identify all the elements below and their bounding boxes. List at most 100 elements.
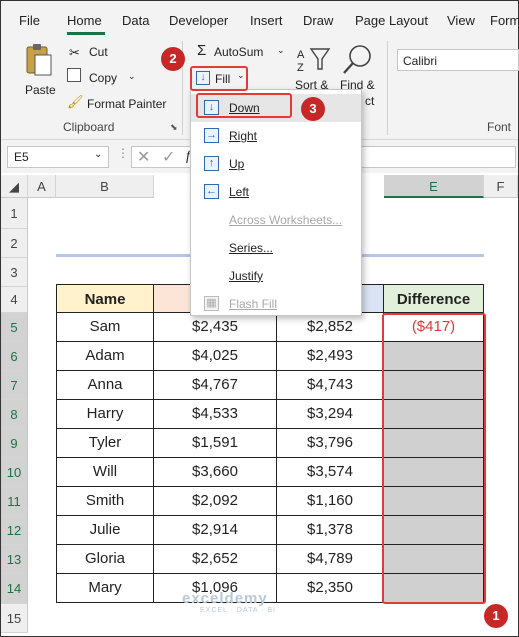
down-item-highlight [196, 93, 292, 118]
chevron-down-icon[interactable]: ⌄ [94, 149, 102, 160]
table-cell-c[interactable]: $3,660 [154, 458, 277, 487]
font-name-dropdown[interactable]: Calibri [397, 49, 519, 71]
select-all-corner[interactable]: ◢ [1, 175, 28, 198]
format-painter-icon: 🖌 [67, 94, 84, 109]
magnifier-icon [343, 45, 371, 74]
column-header-e[interactable]: E [384, 175, 484, 198]
fill-menu-item-justify[interactable]: Justify [191, 262, 361, 290]
table-cell-d[interactable]: $3,796 [277, 429, 384, 458]
table-cell-c[interactable]: $1,591 [154, 429, 277, 458]
close-icon[interactable]: ✕ [137, 147, 150, 167]
more-options-icon[interactable]: ⋮ [117, 146, 129, 160]
autosum-button[interactable]: AutoSum [214, 45, 263, 59]
checkmark-icon[interactable]: ✓ [162, 147, 175, 167]
watermark-tagline: EXCEL · DATA · BI [200, 607, 276, 614]
step-1-badge: 1 [484, 604, 508, 628]
column-header-a[interactable]: A [28, 175, 56, 198]
format-painter-button[interactable]: Format Painter [87, 97, 166, 111]
tab-page-layout[interactable]: Page Layout [355, 13, 428, 28]
row-header-9[interactable]: 9 [1, 429, 28, 458]
tab-insert[interactable]: Insert [250, 13, 283, 28]
table-cell-d[interactable]: $3,294 [277, 400, 384, 429]
arrow-right-icon: → [204, 128, 219, 143]
fill-menu-item-up[interactable]: ↑ Up [191, 150, 361, 178]
clipboard-group-label: Clipboard [63, 120, 115, 134]
table-cell-c[interactable]: $2,914 [154, 516, 277, 545]
table-cell-name[interactable]: Julie [56, 516, 154, 545]
table-cell-c[interactable]: $4,533 [154, 400, 277, 429]
font-group-label: Font [487, 120, 512, 134]
fill-menu-item-flash-fill: ▦ Flash Fill [191, 290, 361, 318]
table-cell-name[interactable]: Adam [56, 342, 154, 371]
chevron-down-icon[interactable]: ⌄ [128, 71, 136, 82]
table-cell-d[interactable]: $4,789 [277, 545, 384, 574]
table-cell-name[interactable]: Smith [56, 487, 154, 516]
table-cell-name[interactable]: Anna [56, 371, 154, 400]
row-header-10[interactable]: 10 [1, 458, 28, 487]
fill-menu-item-series[interactable]: Series... [191, 234, 361, 262]
dialog-launcher-icon[interactable]: ⬊ [170, 122, 178, 133]
row-header-1[interactable]: 1 [1, 198, 28, 229]
table-cell-d[interactable]: $2,493 [277, 342, 384, 371]
chevron-down-icon[interactable]: ⌄ [277, 45, 285, 56]
table-cell-name[interactable]: Tyler [56, 429, 154, 458]
row-header-14[interactable]: 14 [1, 574, 28, 604]
row-header-8[interactable]: 8 [1, 400, 28, 429]
header-name[interactable]: Name [56, 284, 154, 313]
cut-button[interactable]: Cut [89, 45, 108, 59]
table-cell-name[interactable]: Will [56, 458, 154, 487]
column-header-f[interactable]: F [484, 175, 518, 198]
group-divider [387, 41, 388, 135]
fill-menu-item-right[interactable]: → Right [191, 122, 361, 150]
tab-developer[interactable]: Developer [169, 13, 228, 28]
fill-menu-item-label: Right [229, 129, 258, 143]
table-cell-name[interactable]: Mary [56, 574, 154, 603]
row-header-7[interactable]: 7 [1, 371, 28, 400]
column-header-b[interactable]: B [56, 175, 154, 198]
row-header-15[interactable]: 15 [1, 604, 28, 633]
header-difference[interactable]: Difference [384, 284, 484, 313]
table-cell-d[interactable]: $2,350 [277, 574, 384, 603]
tab-formulas[interactable]: Form [490, 13, 519, 28]
row-header-4[interactable]: 4 [1, 287, 28, 313]
tab-data[interactable]: Data [122, 13, 149, 28]
table-cell-name[interactable]: Sam [56, 313, 154, 342]
table-cell-c[interactable]: $2,092 [154, 487, 277, 516]
table-cell-name[interactable]: Gloria [56, 545, 154, 574]
tab-draw[interactable]: Draw [303, 13, 333, 28]
fill-menu-item-label: Series... [229, 241, 274, 255]
row-header-11[interactable]: 11 [1, 487, 28, 516]
arrow-up-icon: ↑ [204, 156, 219, 171]
tab-file[interactable]: File [19, 13, 40, 28]
table-cell-d[interactable]: $1,378 [277, 516, 384, 545]
row-header-13[interactable]: 13 [1, 545, 28, 574]
table-cell-d[interactable]: $3,574 [277, 458, 384, 487]
fill-menu-item-left[interactable]: ← Left [191, 178, 361, 206]
table-cell-c[interactable]: $4,025 [154, 342, 277, 371]
table-cell-d[interactable]: $1,160 [277, 487, 384, 516]
arrow-left-icon: ← [204, 184, 219, 199]
fill-menu-item-label: Left [229, 185, 250, 199]
copy-button[interactable]: Copy [89, 71, 117, 85]
find-select-label-2: ct [365, 94, 375, 108]
flash-fill-icon: ▦ [204, 296, 219, 311]
fill-menu-item-label: Justify [229, 269, 264, 283]
row-header-6[interactable]: 6 [1, 342, 28, 371]
fill-menu-item-label: Up [229, 157, 245, 171]
table-cell-c[interactable]: $4,767 [154, 371, 277, 400]
sort-filter-icon: A Z [297, 48, 331, 74]
paste-icon [26, 44, 52, 76]
fill-menu-item-label: Flash Fill [229, 297, 278, 311]
tab-view[interactable]: View [447, 13, 475, 28]
row-header-5[interactable]: 5 [1, 313, 28, 342]
fill-menu: ↓ Down → Right ↑ Up ← Left Across Worksheets... S… [190, 89, 362, 316]
paste-button[interactable]: Paste [19, 43, 59, 103]
row-header-12[interactable]: 12 [1, 516, 28, 545]
row-header-2[interactable]: 2 [1, 229, 28, 258]
table-cell-name[interactable]: Harry [56, 400, 154, 429]
tab-home[interactable]: Home [67, 13, 102, 28]
table-cell-c[interactable]: $2,652 [154, 545, 277, 574]
row-header-3[interactable]: 3 [1, 258, 28, 287]
table-cell-d[interactable]: $4,743 [277, 371, 384, 400]
name-box-value: E5 [14, 150, 29, 164]
